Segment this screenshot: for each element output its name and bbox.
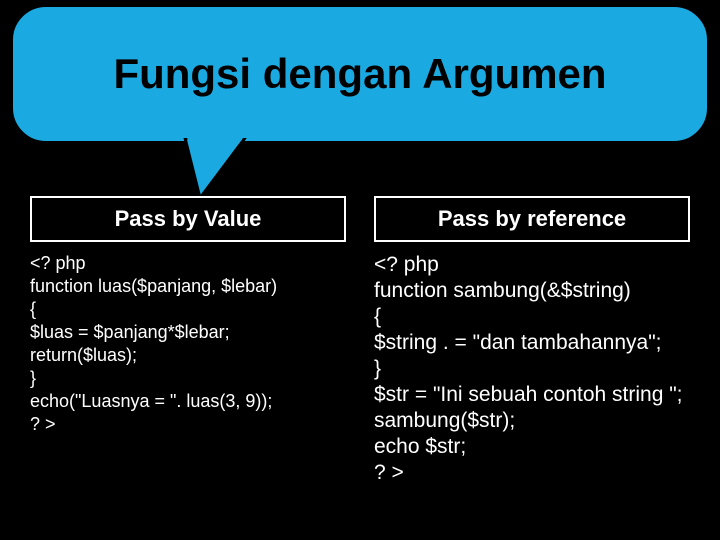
column-pass-by-value: Pass by Value <? php function luas($panj…: [30, 196, 346, 540]
slide-title: Fungsi dengan Argumen: [113, 50, 606, 98]
column-header-left: Pass by Value: [30, 196, 346, 242]
column-pass-by-reference: Pass by reference <? php function sambun…: [374, 196, 690, 540]
code-block-right: <? php function sambung(&$string) { $str…: [374, 252, 690, 486]
title-bubble: Fungsi dengan Argumen: [10, 4, 710, 144]
code-block-left: <? php function luas($panjang, $lebar) {…: [30, 252, 346, 436]
content-columns: Pass by Value <? php function luas($panj…: [30, 196, 690, 540]
column-header-right: Pass by reference: [374, 196, 690, 242]
